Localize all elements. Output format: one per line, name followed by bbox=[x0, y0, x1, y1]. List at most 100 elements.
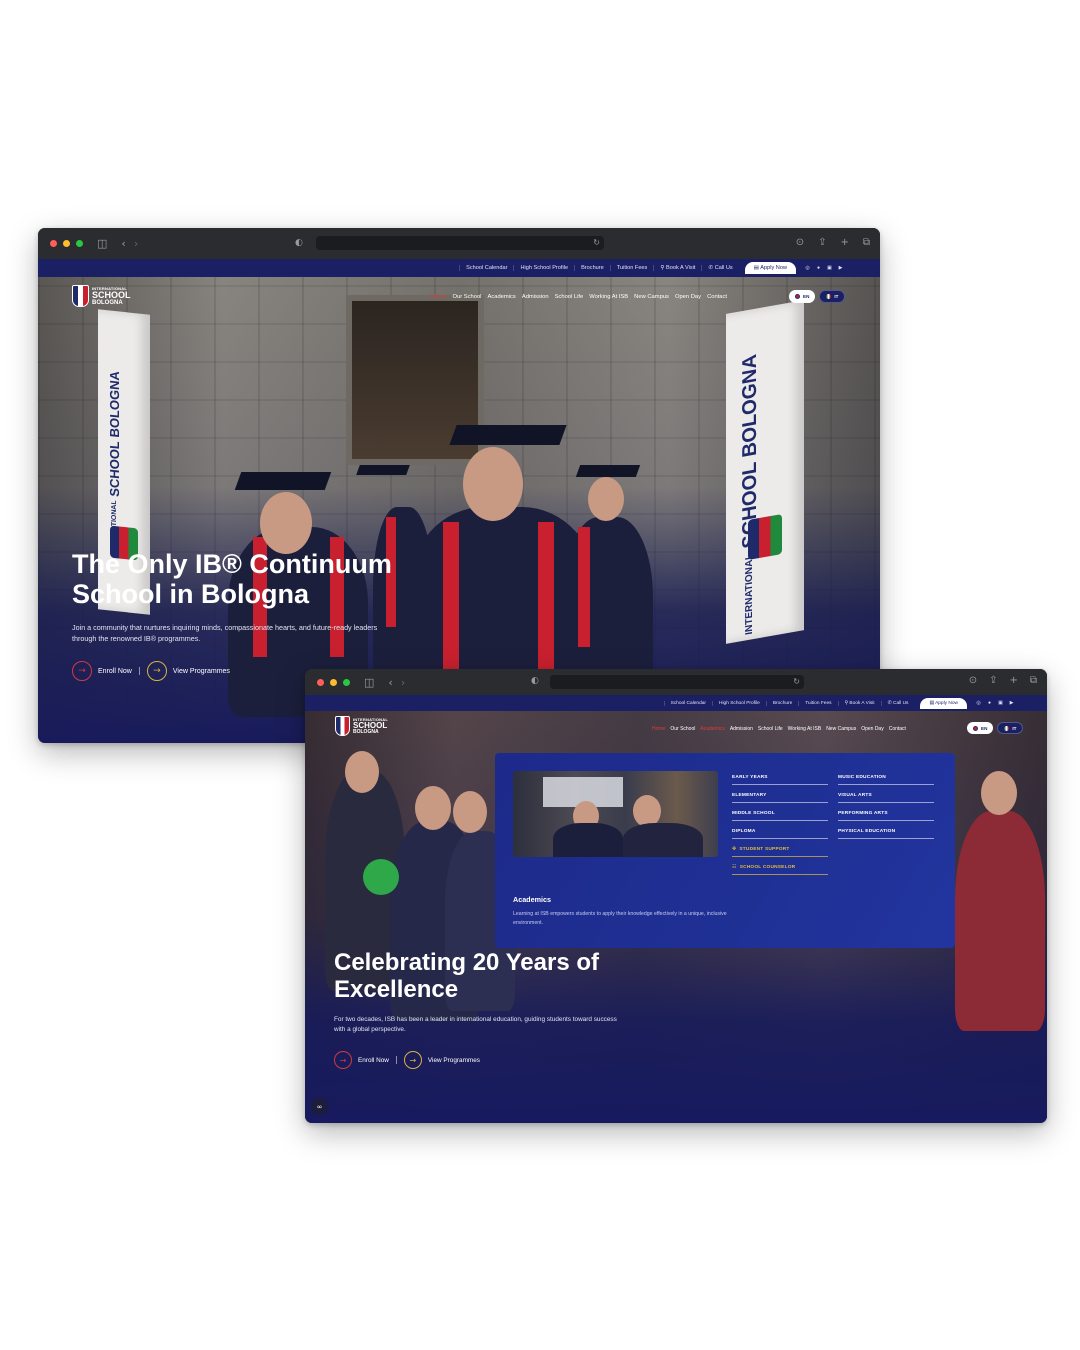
share-icon[interactable]: ⇪ bbox=[818, 237, 826, 248]
facebook-icon[interactable]: ● bbox=[813, 265, 824, 271]
browser-window-academics-menu: ◫ ‹ › ◐ ↻ ⊙ ⇪ + ⧉ School Calendar High S… bbox=[305, 669, 1047, 1123]
util-link-calendar[interactable]: School Calendar bbox=[663, 700, 712, 706]
lang-en-button[interactable]: EN bbox=[967, 722, 994, 734]
address-bar[interactable]: ↻ bbox=[550, 675, 804, 689]
nav-item-academics[interactable]: Academics bbox=[700, 726, 724, 732]
language-switcher: EN IT bbox=[789, 290, 846, 303]
tabs-icon[interactable]: ⧉ bbox=[863, 237, 870, 248]
forward-icon[interactable]: › bbox=[134, 237, 138, 250]
nav-item-admission[interactable]: Admission bbox=[522, 294, 549, 300]
apply-now-button[interactable]: ▤ Apply Now bbox=[920, 697, 967, 709]
share-icon[interactable]: ⇪ bbox=[989, 675, 997, 686]
back-icon[interactable]: ‹ bbox=[121, 237, 125, 250]
enroll-now-button[interactable]: → Enroll Now bbox=[72, 661, 132, 681]
menu-item-physical-education[interactable]: PHYSICAL EDUCATION bbox=[838, 821, 934, 839]
nav-item-contact[interactable]: Contact bbox=[889, 726, 906, 732]
youtube-icon[interactable]: ▶ bbox=[835, 265, 846, 271]
shield-icon[interactable]: ◐ bbox=[295, 238, 303, 248]
view-programmes-button[interactable]: → View Programmes bbox=[146, 661, 230, 681]
menu-item-early-years[interactable]: EARLY YEARS bbox=[732, 767, 828, 785]
student-face bbox=[415, 786, 451, 830]
menu-item-student-support[interactable]: ✤ STUDENT SUPPORT bbox=[732, 839, 828, 857]
graduation-cap-icon bbox=[449, 425, 567, 445]
view-programmes-button[interactable]: → View Programmes bbox=[403, 1051, 480, 1069]
download-icon[interactable]: ⊙ bbox=[796, 237, 804, 248]
menu-item-music-education[interactable]: MUSIC EDUCATION bbox=[838, 767, 934, 785]
minimize-window-button[interactable] bbox=[330, 678, 337, 686]
util-link-fees[interactable]: Tuition Fees bbox=[798, 700, 837, 706]
minimize-window-button[interactable] bbox=[63, 240, 70, 247]
menu-item-diploma[interactable]: DIPLOMA bbox=[732, 821, 828, 839]
nav-item-school-life[interactable]: School Life bbox=[758, 726, 783, 732]
nav-item-working-at-isb[interactable]: Working At ISB bbox=[788, 726, 822, 732]
linkedin-icon[interactable]: ▣ bbox=[824, 265, 835, 271]
util-link-profile[interactable]: High School Profile bbox=[712, 700, 766, 706]
nav-item-home[interactable]: Home bbox=[652, 726, 665, 732]
shield-icon[interactable]: ◐ bbox=[531, 676, 539, 686]
tabs-icon[interactable]: ⧉ bbox=[1030, 675, 1037, 686]
youtube-icon[interactable]: ▶ bbox=[1006, 700, 1017, 706]
util-link-fees[interactable]: Tuition Fees bbox=[609, 265, 654, 271]
nav-item-working-at-isb[interactable]: Working At ISB bbox=[589, 294, 628, 300]
nav-item-contact[interactable]: Contact bbox=[707, 294, 727, 300]
new-tab-icon[interactable]: + bbox=[840, 237, 848, 248]
apply-now-button[interactable]: ▤ Apply Now bbox=[744, 262, 796, 274]
forward-icon[interactable]: › bbox=[401, 676, 405, 689]
cta-divider bbox=[138, 667, 140, 675]
back-icon[interactable]: ‹ bbox=[388, 676, 392, 689]
close-window-button[interactable] bbox=[50, 240, 57, 247]
closed-captions-icon[interactable]: ∞ bbox=[311, 1098, 328, 1115]
lang-it-button[interactable]: IT bbox=[997, 722, 1024, 734]
menu-item-school-counselor[interactable]: ☷ SCHOOL COUNSELOR bbox=[732, 857, 828, 875]
linkedin-icon[interactable]: ▣ bbox=[995, 700, 1006, 706]
sidebar-icon[interactable]: ◫ bbox=[364, 676, 374, 689]
browser-window-home: ◫ ‹ › ◐ ↻ ⊙ ⇪ + ⧉ School Calendar High S… bbox=[38, 228, 880, 743]
sidebar-icon[interactable]: ◫ bbox=[97, 237, 107, 250]
reload-icon[interactable]: ↻ bbox=[593, 236, 600, 250]
utility-bar: School Calendar High School Profile Broc… bbox=[305, 695, 1047, 711]
lang-it-button[interactable]: IT bbox=[819, 290, 846, 303]
green-ball bbox=[363, 859, 399, 895]
util-link-call[interactable]: ✆ Call Us bbox=[701, 265, 738, 271]
menu-item-performing-arts[interactable]: PERFORMING ARTS bbox=[838, 803, 934, 821]
hero-title: Celebrating 20 Years of Excellence bbox=[334, 949, 600, 1003]
util-link-visit[interactable]: ⚲ Book A Visit bbox=[837, 700, 881, 706]
lang-en-button[interactable]: EN bbox=[789, 290, 816, 303]
nav-item-home[interactable]: Home bbox=[431, 294, 446, 300]
util-link-visit[interactable]: ⚲ Book A Visit bbox=[653, 265, 701, 271]
nav-item-open-day[interactable]: Open Day bbox=[675, 294, 701, 300]
nav-item-our-school[interactable]: Our School bbox=[670, 726, 695, 732]
util-link-brochure[interactable]: Brochure bbox=[765, 700, 798, 706]
download-icon[interactable]: ⊙ bbox=[969, 675, 977, 686]
util-link-brochure[interactable]: Brochure bbox=[574, 265, 610, 271]
menu-item-middle-school[interactable]: MIDDLE SCHOOL bbox=[732, 803, 828, 821]
nav-item-new-campus[interactable]: New Campus bbox=[826, 726, 856, 732]
main-nav: Home Our School Academics Admission Scho… bbox=[431, 294, 727, 300]
enroll-now-button[interactable]: → Enroll Now bbox=[334, 1051, 389, 1069]
traffic-lights bbox=[317, 678, 350, 686]
menu-item-visual-arts[interactable]: VISUAL ARTS bbox=[838, 785, 934, 803]
nav-item-our-school[interactable]: Our School bbox=[452, 294, 481, 300]
new-tab-icon[interactable]: + bbox=[1009, 675, 1017, 686]
site-logo[interactable]: INTERNATIONAL SCHOOL BOLOGNA bbox=[335, 716, 388, 736]
instagram-icon[interactable]: ◎ bbox=[802, 265, 813, 271]
nav-item-open-day[interactable]: Open Day bbox=[861, 726, 884, 732]
facebook-icon[interactable]: ● bbox=[984, 700, 995, 706]
nav-item-new-campus[interactable]: New Campus bbox=[634, 294, 669, 300]
nav-item-academics[interactable]: Academics bbox=[487, 294, 515, 300]
maximize-window-button[interactable] bbox=[343, 678, 350, 686]
reload-icon[interactable]: ↻ bbox=[793, 675, 800, 689]
site-logo[interactable]: INTERNATIONAL SCHOOL BOLOGNA bbox=[72, 285, 131, 307]
util-link-calendar[interactable]: School Calendar bbox=[459, 265, 513, 271]
util-link-profile[interactable]: High School Profile bbox=[513, 265, 574, 271]
mega-menu-description: Learning at ISB empowers students to app… bbox=[513, 911, 727, 927]
util-link-call[interactable]: ✆ Call Us bbox=[880, 700, 915, 706]
nav-item-school-life[interactable]: School Life bbox=[555, 294, 584, 300]
close-window-button[interactable] bbox=[317, 678, 324, 686]
address-bar[interactable]: ↻ bbox=[316, 236, 604, 250]
nav-item-admission[interactable]: Admission bbox=[730, 726, 753, 732]
instagram-icon[interactable]: ◎ bbox=[973, 700, 984, 706]
menu-item-elementary[interactable]: ELEMENTARY bbox=[732, 785, 828, 803]
maximize-window-button[interactable] bbox=[76, 240, 83, 247]
school-crest-icon bbox=[72, 285, 89, 307]
